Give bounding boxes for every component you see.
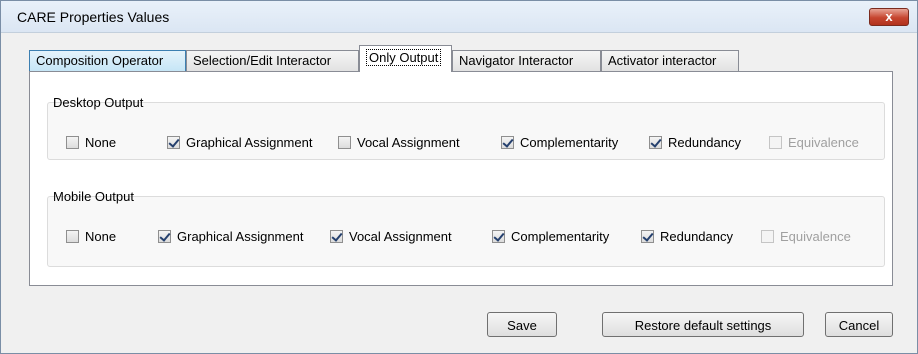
tab-panel-only-output: Desktop Output None Graphical Assignment… xyxy=(29,71,893,286)
dialog-window: CARE Properties Values x Composition Ope… xyxy=(0,0,918,354)
checkbox-box xyxy=(761,230,774,243)
checkbox-box[interactable] xyxy=(66,136,79,149)
checkbox-box[interactable] xyxy=(492,230,505,243)
checkbox-box xyxy=(769,136,782,149)
cancel-button[interactable]: Cancel xyxy=(825,312,893,337)
checkbox-box[interactable] xyxy=(649,136,662,149)
desktop-equivalence-checkbox: Equivalence xyxy=(769,135,859,150)
tab-selection-edit-interactor[interactable]: Selection/Edit Interactor xyxy=(186,50,359,72)
checkbox-box[interactable] xyxy=(66,230,79,243)
tab-activator-interactor[interactable]: Activator interactor xyxy=(601,50,739,72)
desktop-output-title: Desktop Output xyxy=(53,95,144,110)
tab-composition-operator[interactable]: Composition Operator xyxy=(29,50,186,72)
window-title: CARE Properties Values xyxy=(17,9,170,25)
desktop-vocal-assignment-checkbox[interactable]: Vocal Assignment xyxy=(338,135,460,150)
checkbox-box[interactable] xyxy=(641,230,654,243)
checkbox-box[interactable] xyxy=(501,136,514,149)
save-button[interactable]: Save xyxy=(487,312,557,337)
checkbox-box[interactable] xyxy=(167,136,180,149)
tab-only-output[interactable]: Only Output xyxy=(359,45,452,72)
desktop-graphical-assignment-checkbox[interactable]: Graphical Assignment xyxy=(167,135,312,150)
checkbox-box[interactable] xyxy=(330,230,343,243)
mobile-redundancy-checkbox[interactable]: Redundancy xyxy=(641,229,733,244)
title-bar: CARE Properties Values x xyxy=(1,1,917,33)
checkbox-box[interactable] xyxy=(338,136,351,149)
restore-default-settings-button[interactable]: Restore default settings xyxy=(602,312,804,337)
mobile-vocal-assignment-checkbox[interactable]: Vocal Assignment xyxy=(330,229,452,244)
tab-navigator-interactor[interactable]: Navigator Interactor xyxy=(452,50,601,72)
desktop-none-checkbox[interactable]: None xyxy=(66,135,116,150)
close-button[interactable]: x xyxy=(869,8,909,26)
desktop-redundancy-checkbox[interactable]: Redundancy xyxy=(649,135,741,150)
mobile-none-checkbox[interactable]: None xyxy=(66,229,116,244)
mobile-graphical-assignment-checkbox[interactable]: Graphical Assignment xyxy=(158,229,303,244)
desktop-output-group xyxy=(47,102,885,160)
checkbox-box[interactable] xyxy=(158,230,171,243)
mobile-output-title: Mobile Output xyxy=(53,189,134,204)
desktop-complementarity-checkbox[interactable]: Complementarity xyxy=(501,135,618,150)
mobile-equivalence-checkbox: Equivalence xyxy=(761,229,851,244)
close-icon: x xyxy=(885,9,893,24)
mobile-complementarity-checkbox[interactable]: Complementarity xyxy=(492,229,609,244)
